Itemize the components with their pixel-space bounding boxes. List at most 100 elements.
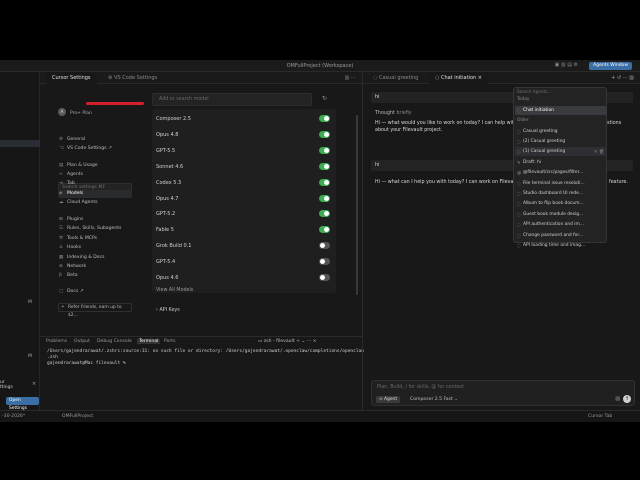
tab-problems[interactable]: Problems xyxy=(46,339,67,344)
layout-icons[interactable]: ▣ ▥ ▤ ⚙ xyxy=(555,62,578,68)
history-item[interactable]: ◌ (1) Casual greeting ✎ 🗑 xyxy=(515,147,607,157)
history-item[interactable]: ◌ Guest book module desig... xyxy=(515,210,607,219)
composer[interactable]: Plan, Build, / for skills, @ for context… xyxy=(371,380,635,406)
history-item-chat-initiation[interactable]: ◌ Chat initiation xyxy=(515,106,607,115)
nav-tab[interactable]: ⇥ Tab xyxy=(58,180,132,188)
nav-tools-mcps[interactable]: ⚒ Tools & MCPs xyxy=(58,235,132,243)
model-row: Opus 4.6 xyxy=(152,270,336,286)
model-toggle[interactable] xyxy=(319,274,330,281)
model-name: GPT-5.4 xyxy=(156,259,176,266)
model-toggle[interactable] xyxy=(319,162,330,170)
nav-docs[interactable]: ▢ Docs ↗ xyxy=(58,288,132,296)
nav-models[interactable]: ◈ Models xyxy=(58,190,132,198)
nav-agents[interactable]: ∞ Agents xyxy=(58,171,132,179)
nav-vscode-settings[interactable]: ⌥ VS Code Settings ↗ xyxy=(58,145,132,153)
history-item[interactable]: ◌ Studio dashboard UI rede... xyxy=(515,189,607,198)
history-item-label: Studio dashboard UI rede... xyxy=(523,190,583,196)
model-toggle[interactable] xyxy=(319,194,330,202)
nav-label: Plugins xyxy=(67,217,84,222)
model-toggle[interactable] xyxy=(319,178,330,186)
left-peek-line-2: ttings xyxy=(0,385,13,390)
api-keys-section[interactable]: › API Keys xyxy=(156,308,180,313)
nav-indexing-docs[interactable]: ▦ Indexing & Docs xyxy=(58,254,132,262)
nav-general[interactable]: ⚙ General xyxy=(58,136,132,144)
model-search-input[interactable]: Add or search model xyxy=(152,93,312,106)
model-toggle[interactable] xyxy=(319,130,330,138)
nav-beta[interactable]: β Beta xyxy=(58,272,132,280)
send-icon[interactable]: ↑ xyxy=(623,395,631,403)
terminal-prompt[interactable]: gajendrarawat@Mac filevault % xyxy=(47,361,126,366)
model-row: Fable 5 xyxy=(152,222,336,238)
status-left: -30-2026* xyxy=(2,414,26,419)
nav-label: Rules, Skills, Subagents xyxy=(67,226,122,231)
model-toggle[interactable] xyxy=(319,115,330,122)
nav-label: Beta xyxy=(67,273,78,278)
image-icon[interactable]: ▨ xyxy=(615,396,620,402)
tab-casual-greeting[interactable]: ◌ Casual greeting xyxy=(367,72,424,84)
chat-actions-icon[interactable]: + ↺ ⋯ ▥ xyxy=(611,75,634,81)
tab-terminal[interactable]: Terminal xyxy=(137,339,161,344)
close-icon[interactable]: × xyxy=(32,381,36,387)
composer-input[interactable]: Plan, Build, / for skills, @ for context xyxy=(377,385,464,390)
close-icon[interactable]: × xyxy=(476,75,482,81)
activity-bar: M M ur ttings × Open Settings xyxy=(0,72,40,411)
tab-vscode-settings[interactable]: ⚙ VS Code Settings xyxy=(102,72,163,84)
nav-label: VS Code Settings ↗ xyxy=(67,146,112,151)
status-cursor-tab[interactable]: Cursor Tab xyxy=(588,414,612,419)
chat-icon: ◌ xyxy=(517,190,521,196)
history-item[interactable]: ◌ (2) Casual greeting xyxy=(515,137,607,146)
history-item[interactable]: ◌ Album to flip book docum... xyxy=(515,199,607,208)
model-toggle[interactable] xyxy=(319,226,330,234)
history-search-input[interactable]: Search Agents... xyxy=(517,89,551,94)
history-item[interactable]: ◌ API loading time and imag... xyxy=(515,241,607,250)
history-item-label: Chat initiation xyxy=(523,108,554,113)
model-toggle[interactable] xyxy=(319,258,330,266)
refer-friends-button[interactable]: ✦ Refer friends, earn up to $2... xyxy=(58,303,132,318)
tools-icon: ⚒ xyxy=(59,236,64,241)
model-name: Opus 4.6 xyxy=(156,275,179,281)
terminal-shell-selector[interactable]: ▭ zsh - filevault + ⌄ ⋯ × xyxy=(258,339,317,344)
model-toggle[interactable] xyxy=(319,210,330,218)
view-all-models-link[interactable]: View All Models xyxy=(156,288,193,293)
nav-label: General xyxy=(67,137,86,142)
history-item[interactable]: ◌ API authentication and im... xyxy=(515,220,607,229)
activity-selected-row[interactable] xyxy=(0,140,40,147)
nav-label: Models xyxy=(67,191,84,196)
nav-network[interactable]: ⊕ Network xyxy=(58,263,132,271)
nav-hooks[interactable]: ⚓ Hooks xyxy=(58,244,132,252)
nav-plugins[interactable]: ⊞ Plugins xyxy=(58,216,132,224)
history-item[interactable]: ◌ File terminal issue resoluti... xyxy=(515,179,607,188)
tab-icon: ⇥ xyxy=(59,181,63,186)
item-actions-icon[interactable]: ✎ 🗑 xyxy=(594,147,604,156)
refresh-icon[interactable]: ↻ xyxy=(322,95,327,102)
history-item[interactable]: @ @filevault/src/pages/filter... xyxy=(515,168,607,177)
nav-label: Cloud Agents xyxy=(67,200,98,205)
model-toggle[interactable] xyxy=(319,146,330,154)
tab-ports[interactable]: Ports xyxy=(164,339,176,344)
history-item[interactable]: ◌ Change password and for... xyxy=(515,231,607,240)
nav-cloud-agents[interactable]: ☁ Cloud Agents xyxy=(58,199,132,207)
nav-rules[interactable]: ☰ Rules, Skills, Subagents xyxy=(58,225,132,233)
m-badge-2: M xyxy=(28,300,32,305)
agents-window-button[interactable]: Agents Window xyxy=(589,62,632,70)
model-selector[interactable]: Composer 2.5 Fast ⌄ xyxy=(410,397,458,402)
nav-plan-usage[interactable]: ▤ Plan & Usage xyxy=(58,162,132,170)
agent-mode-button[interactable]: ∞ Agent xyxy=(376,396,401,403)
status-bar: -30-2026* OMFullProject Cursor Tab xyxy=(0,410,640,422)
thought-label[interactable]: Thought briefly xyxy=(375,111,412,116)
status-project[interactable]: OMFullProject xyxy=(62,414,93,419)
chat-icon: ◌ xyxy=(517,108,521,113)
model-toggle[interactable] xyxy=(319,242,330,250)
model-name: GPT-5.2 xyxy=(156,211,176,218)
tab-output[interactable]: Output xyxy=(74,339,90,344)
tab-debug-console[interactable]: Debug Console xyxy=(97,339,132,344)
tab-actions-icon[interactable]: ▥ ⋯ xyxy=(345,75,356,81)
open-settings-button[interactable]: Open Settings xyxy=(6,397,39,411)
avatar[interactable]: A xyxy=(58,108,66,116)
history-item[interactable]: ✎ Draft: hi xyxy=(515,158,607,167)
history-item[interactable]: ◌ Casual greeting xyxy=(515,127,607,136)
tab-chat-initiation[interactable]: ◌ Chat initiation × xyxy=(429,72,488,84)
settings-scrollbar[interactable] xyxy=(356,115,358,295)
gift-icon: ✦ xyxy=(61,305,65,310)
tab-cursor-settings[interactable]: Cursor Settings xyxy=(46,72,97,84)
